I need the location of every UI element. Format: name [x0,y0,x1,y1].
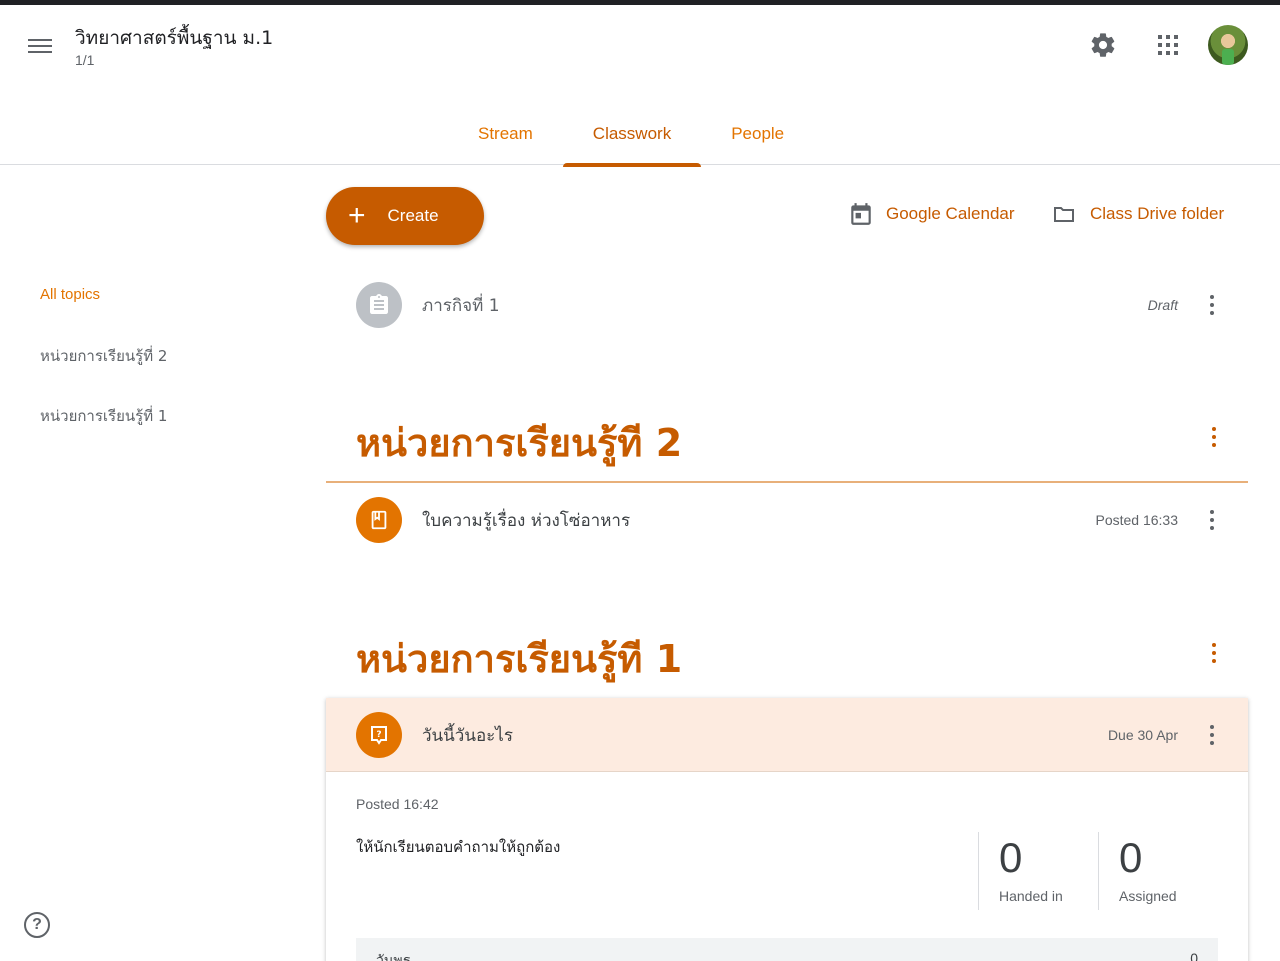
sidebar-item-topic-2[interactable]: หน่วยการเรียนรู้ที่ 2 [40,344,167,368]
tab-stream[interactable]: Stream [448,101,563,166]
sidebar-item-all-topics[interactable]: All topics [40,286,100,303]
plus-icon: + [348,199,366,232]
expanded-question-card: ? วันนี้วันอะไร Due 30 Apr Posted 16:42 … [326,698,1248,961]
classwork-item-material[interactable]: ใบความรู้เรื่อง ห่วงโซ่อาหาร Posted 16:3… [326,489,1248,551]
topic-more-options-icon[interactable] [1202,423,1226,451]
folder-icon [1054,207,1074,222]
assigned-stat[interactable]: 0 Assigned [1098,832,1218,910]
sidebar-item-topic-1[interactable]: หน่วยการเรียนรู้ที่ 1 [40,404,167,428]
svg-text:?: ? [376,730,381,740]
posted-time: Posted 16:33 [1095,512,1178,528]
settings-gear-icon[interactable] [1083,25,1123,65]
help-icon[interactable]: ? [24,912,50,938]
question-header[interactable]: ? วันนี้วันอะไร Due 30 Apr [326,698,1248,772]
create-button-label: Create [387,206,439,225]
classwork-item-question[interactable]: ? วันนี้วันอะไร Due 30 Apr [326,704,1248,766]
class-drive-folder-link[interactable]: Class Drive folder [1050,198,1224,230]
topic-more-options-icon[interactable] [1202,639,1226,667]
tab-classwork[interactable]: Classwork [562,101,702,167]
topic-divider [326,481,1248,483]
create-button[interactable]: + Create [326,187,484,245]
main-menu-icon[interactable] [26,35,54,57]
posted-time: Posted 16:42 [356,796,439,812]
answer-option-count: 0 [1190,950,1198,961]
classwork-item-draft[interactable]: ภารกิจที่ 1 Draft [326,274,1248,336]
class-drive-folder-label: Class Drive folder [1090,204,1225,223]
assignment-icon [356,282,402,328]
classwork-item-title: ภารกิจที่ 1 [422,295,500,316]
topic-heading[interactable]: หน่วยการเรียนรู้ที 2 [356,412,682,473]
question-description: ให้นักเรียนตอบคำถามให้ถูกต้อง [356,838,561,856]
question-icon: ? [356,712,402,758]
material-icon [356,497,402,543]
tab-people[interactable]: People [701,101,814,166]
more-options-icon[interactable] [1200,506,1224,534]
answer-option-label: วันพุธ [376,953,412,961]
classwork-item-title: ใบความรู้เรื่อง ห่วงโซ่อาหาร [422,510,631,531]
class-title[interactable]: วิทยาศาสตร์พื้นฐาน ม.1 [75,23,273,53]
calendar-icon [851,203,871,225]
due-date: Due 30 Apr [1107,727,1178,743]
draft-status: Draft [1147,297,1178,313]
handed-in-count: 0 [999,834,1023,881]
apps-grid-icon[interactable] [1148,25,1188,65]
app-header: วิทยาศาสตร์พื้นฐาน ม.1 1/1 Stream Classw… [0,5,1280,167]
assigned-label: Assigned [1119,888,1177,904]
answer-summary-row[interactable]: วันพุธ 0 [356,938,1218,961]
class-tabs: Stream Classwork People [448,101,814,167]
more-options-icon[interactable] [1200,721,1224,749]
class-section: 1/1 [75,52,95,68]
assigned-count: 0 [1119,834,1143,881]
more-options-icon[interactable] [1200,291,1224,319]
google-calendar-label: Google Calendar [886,204,1015,223]
handed-in-stat[interactable]: 0 Handed in [978,832,1098,910]
handed-in-label: Handed in [999,888,1063,904]
google-calendar-link[interactable]: Google Calendar [848,198,1015,230]
classwork-item-title: วันนี้วันอะไร [422,725,513,746]
user-avatar[interactable] [1208,25,1248,65]
topic-heading[interactable]: หน่วยการเรียนรู้ที 1 [356,628,682,689]
